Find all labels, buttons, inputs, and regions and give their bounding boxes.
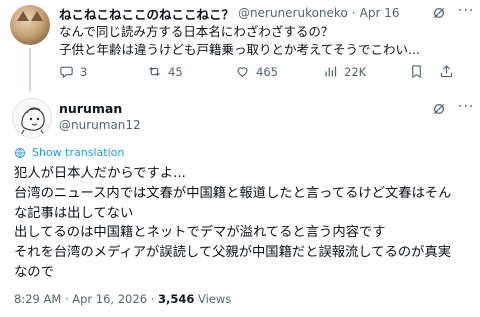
avatar[interactable] <box>12 98 52 138</box>
user-handle[interactable]: @nerunerukoneko <box>238 6 348 20</box>
views-count: 22K <box>344 64 367 79</box>
tweet-text-line: 出してるのは中国籍とネットでデマが溢れてると言う内容です <box>14 225 386 241</box>
reply-text-line: 子供と年齢は違うけども戸籍乗っ取りとか考えてそうでこわい... <box>59 42 420 57</box>
separator-dot: · <box>150 292 158 306</box>
tweet-text: 犯人が日本人だからですよ... 台湾のニュース内では文春が中国籍と報道したと言っ… <box>14 164 469 283</box>
separator-dot: · <box>351 6 356 20</box>
tweet-date[interactable]: Apr 16 <box>360 6 400 20</box>
reply-header: ねこねこねここのねここねこ？ @nerunerukoneko · Apr 16 <box>59 4 399 22</box>
reply-count: 3 <box>80 64 88 79</box>
tweet-text-line: な記事は出してない <box>14 205 134 221</box>
reply-tweet[interactable]: ねこねこねここのねここねこ？ @nerunerukoneko · Apr 16 … <box>0 0 480 92</box>
like-count: 465 <box>256 64 278 79</box>
action-bar: 3 45 465 22K <box>59 64 459 82</box>
globe-icon <box>15 147 25 158</box>
retweet-icon <box>149 66 160 77</box>
user-handle[interactable]: @nuruman12 <box>59 118 141 132</box>
tweet-time[interactable]: 8:29 AM <box>14 292 61 306</box>
grok-icon[interactable] <box>432 101 446 120</box>
reply-icon <box>60 66 73 79</box>
reply-button[interactable]: 3 <box>59 64 87 79</box>
bookmark-button[interactable] <box>409 64 424 79</box>
like-icon <box>237 67 248 78</box>
views-button[interactable]: 22K <box>323 64 366 79</box>
like-button[interactable]: 465 <box>235 64 278 79</box>
views-icon <box>325 66 337 77</box>
grok-icon[interactable] <box>432 5 446 24</box>
show-translation-label: Show translation <box>32 146 125 159</box>
avatar[interactable] <box>10 5 50 45</box>
more-icon[interactable]: ··· <box>458 99 474 115</box>
display-name[interactable]: ねこねこねここのねここねこ？ <box>59 4 234 23</box>
show-translation-link[interactable]: Show translation <box>14 146 124 159</box>
bookmark-icon <box>412 65 421 79</box>
tweet-text-line: 台湾のニュース内では文春が中国籍と報道したと言ってるけど文春はそん <box>14 185 452 201</box>
reply-text-line: なんで同じ読み方する日本名にわざわざするの？ <box>59 24 334 39</box>
display-name[interactable]: nuruman <box>59 101 122 116</box>
retweet-button[interactable]: 45 <box>147 64 183 79</box>
views-label: Views <box>198 292 232 306</box>
reply-text: なんで同じ読み方する日本名にわざわざするの？ 子供と年齢は違うけども戸籍乗っ取り… <box>59 23 420 59</box>
views-count: 3,546 <box>157 292 195 306</box>
retweet-count: 45 <box>168 64 183 79</box>
tweet-meta: 8:29 AM · Apr 16, 2026 · 3,546 Views <box>14 292 231 306</box>
share-button[interactable] <box>439 64 454 79</box>
tweet-text-line: なので <box>14 264 54 280</box>
share-icon <box>440 65 453 78</box>
more-icon[interactable]: ··· <box>458 3 474 19</box>
tweet-date[interactable]: Apr 16, 2026 <box>72 292 147 306</box>
tweet-text-line: 犯人が日本人だからですよ... <box>14 166 186 181</box>
tweet-text-line: それを台湾のメディアが誤読して父親が中国籍だと誤報流してるのが真実 <box>14 245 452 261</box>
